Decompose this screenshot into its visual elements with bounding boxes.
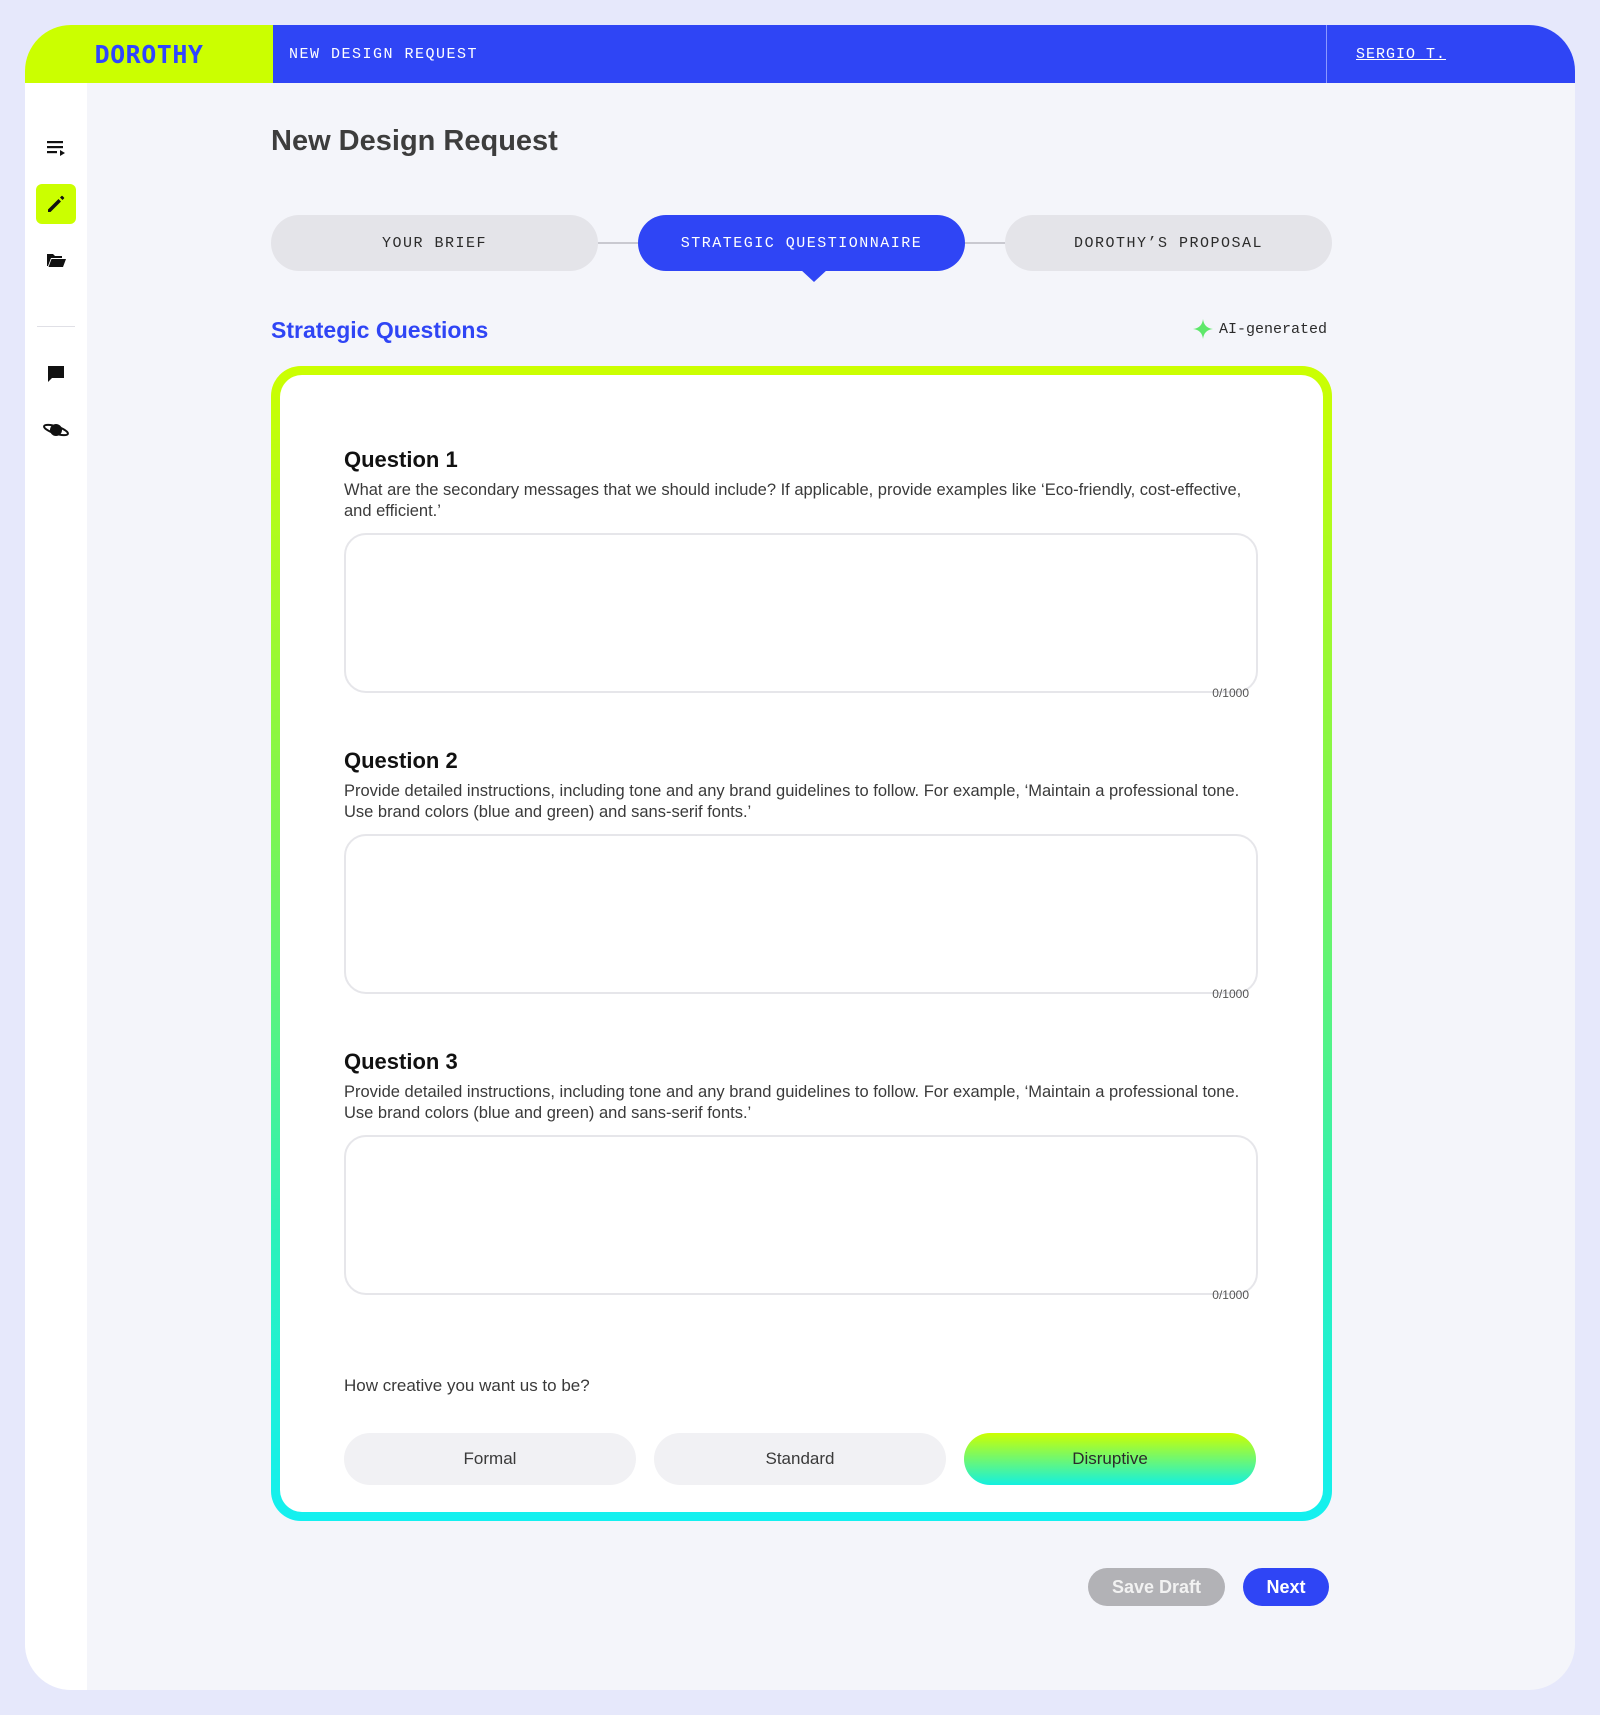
brand-logo[interactable]: DOROTHY <box>25 25 273 83</box>
active-step-pointer <box>800 269 828 282</box>
sidebar <box>25 83 87 1690</box>
creativity-question: How creative you want us to be? <box>344 1376 590 1395</box>
questionnaire-card-border: Question 1 What are the secondary messag… <box>271 366 1332 1521</box>
progress-stepper: YOUR BRIEF STRATEGIC QUESTIONNAIRE DOROT… <box>271 215 1332 282</box>
ai-generated-badge: AI-generated <box>1192 319 1327 339</box>
sidebar-item-new-request[interactable] <box>36 184 76 224</box>
planet-icon <box>43 423 69 437</box>
sidebar-item-files[interactable] <box>36 240 76 280</box>
top-bar: DOROTHY NEW DESIGN REQUEST SERGIO T. <box>25 25 1575 83</box>
list-icon <box>47 141 65 156</box>
section-title: Strategic Questions <box>271 317 489 343</box>
pencil-icon <box>48 195 65 212</box>
step-connector <box>598 242 638 244</box>
question-3-title: Question 3 <box>344 1049 458 1074</box>
save-draft-button[interactable]: Save Draft <box>1088 1568 1225 1606</box>
step-dorothys-proposal[interactable]: DOROTHY’S PROPOSAL <box>1005 215 1332 271</box>
sparkle-icon <box>1192 319 1213 339</box>
question-1-description: What are the secondary messages that we … <box>344 481 1242 520</box>
sidebar-item-messages[interactable] <box>36 354 76 394</box>
step-connector <box>965 242 1005 244</box>
question-2-title: Question 2 <box>344 748 458 773</box>
question-1-answer-input[interactable] <box>344 533 1258 693</box>
question-2-description: Provide detailed instructions, including… <box>344 782 1240 821</box>
question-2-char-counter: 0/1000 <box>1212 987 1249 1001</box>
sidebar-item-explore[interactable] <box>36 410 76 450</box>
creativity-option-standard[interactable]: Standard <box>654 1433 946 1485</box>
question-3-answer-input[interactable] <box>344 1135 1258 1295</box>
header-section-title: NEW DESIGN REQUEST <box>273 25 1326 83</box>
sidebar-item-requests[interactable] <box>36 128 76 168</box>
question-2-answer-input[interactable] <box>344 834 1258 994</box>
page-title: New Design Request <box>271 125 558 157</box>
next-button[interactable]: Next <box>1243 1568 1329 1606</box>
step-your-brief[interactable]: YOUR BRIEF <box>271 215 598 271</box>
question-3-description: Provide detailed instructions, including… <box>344 1083 1240 1122</box>
folder-icon <box>47 254 66 267</box>
app-window: DOROTHY NEW DESIGN REQUEST SERGIO T. New… <box>25 25 1575 1690</box>
creativity-option-formal[interactable]: Formal <box>344 1433 636 1485</box>
ai-generated-label: AI-generated <box>1218 320 1327 338</box>
chat-icon <box>48 366 64 382</box>
questionnaire-card: Question 1 What are the secondary messag… <box>280 375 1323 1512</box>
question-1-title: Question 1 <box>344 447 458 472</box>
step-strategic-questionnaire[interactable]: STRATEGIC QUESTIONNAIRE <box>638 215 965 271</box>
user-menu-link[interactable]: SERGIO T. <box>1326 25 1575 83</box>
question-1-char-counter: 0/1000 <box>1212 686 1249 700</box>
creativity-option-disruptive[interactable]: Disruptive <box>964 1433 1256 1485</box>
question-3-char-counter: 0/1000 <box>1212 1288 1249 1302</box>
sidebar-divider <box>37 326 75 327</box>
